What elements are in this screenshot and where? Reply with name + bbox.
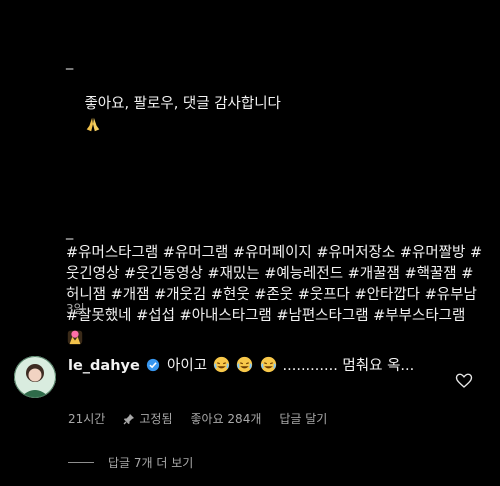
pin-icon xyxy=(123,413,135,424)
replies-divider xyxy=(68,462,94,463)
caption-thanks: 좋아요, 팔로우, 댓글 감사합니다 xyxy=(66,73,486,158)
comment-text-start: 아이고 xyxy=(167,358,208,374)
pinned-label: 고정됨 xyxy=(139,412,173,426)
hashtag-dash: _ xyxy=(66,224,74,240)
folded-hands-icon xyxy=(87,117,100,132)
heart-icon[interactable] xyxy=(455,372,473,390)
likes-count[interactable]: 좋아요 284개 xyxy=(190,410,261,427)
comment-actions: 21시간 고정됨 좋아요 284개 답글 달기 xyxy=(68,410,327,427)
hashtag-list[interactable]: #유머스타그램 #유머그램 #유머페이지 #유머저장소 #유머짤방 #웃긴영상 … xyxy=(66,243,486,349)
post-age: 3일 xyxy=(66,302,85,316)
comment-time: 21시간 xyxy=(68,412,106,426)
comment-username[interactable]: le_dahye xyxy=(68,358,140,374)
verified-badge-icon xyxy=(147,358,160,372)
avatar-image xyxy=(14,356,56,398)
comment-text-end: ............ 멈춰요 옥... xyxy=(282,358,415,374)
hashtags-text[interactable]: #유머스타그램 #유머그램 #유머페이지 #유머저장소 #유머짤방 #웃긴영상 … xyxy=(66,245,482,324)
laughing-emoji-icon xyxy=(213,356,229,373)
heart-hands-emoji-icon xyxy=(67,330,83,345)
comment-body: le_dahye 아이고 ............ 멈춰요 옥... xyxy=(68,356,438,377)
laughing-emoji-icon xyxy=(260,356,277,373)
pinned-indicator: 고정됨 xyxy=(123,410,172,427)
caption-dash: _ xyxy=(66,54,74,70)
avatar[interactable] xyxy=(14,356,56,398)
view-replies-button[interactable]: 답글 7개 더 보기 xyxy=(68,454,193,471)
laughing-emoji-icon xyxy=(237,356,253,373)
view-replies-label[interactable]: 답글 7개 더 보기 xyxy=(108,454,193,471)
post-caption: _ 좋아요, 팔로우, 댓글 감사합니다 _ #유머스타그램 #유머그램 #유머… xyxy=(66,52,486,349)
caption-thanks-text: 좋아요, 팔로우, 댓글 감사합니다 xyxy=(84,96,281,112)
reply-button[interactable]: 답글 달기 xyxy=(279,410,327,427)
